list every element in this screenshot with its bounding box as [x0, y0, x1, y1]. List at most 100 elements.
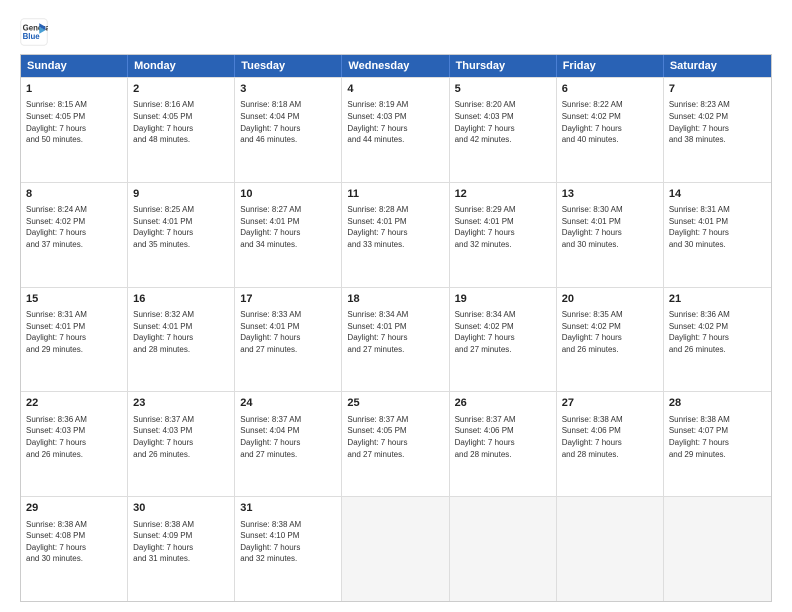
day-number: 17 [240, 292, 336, 307]
cell-details: Sunrise: 8:19 AMSunset: 4:03 PMDaylight:… [347, 99, 443, 145]
day-cell-31: 31Sunrise: 8:38 AMSunset: 4:10 PMDayligh… [235, 497, 342, 601]
day-number: 25 [347, 396, 443, 411]
day-cell-26: 26 Sunrise: 8:37 AMSunset: 4:06 PMDayligh… [450, 392, 557, 496]
day-cell-5: 5 Sunrise: 8:20 AMSunset: 4:03 PMDaylight… [450, 78, 557, 182]
col-header-thursday: Thursday [450, 55, 557, 77]
day-number: 12 [455, 187, 551, 202]
day-number: 10 [240, 187, 336, 202]
day-number: 5 [455, 82, 551, 97]
cell-details: Sunrise: 8:34 AMSunset: 4:02 PMDaylight:… [455, 309, 551, 355]
day-number: 21 [669, 292, 766, 307]
empty-cell [342, 497, 449, 601]
day-number: 24 [240, 396, 336, 411]
cell-details: Sunrise: 8:29 AMSunset: 4:01 PMDaylight:… [455, 204, 551, 250]
cell-details: Sunrise: 8:33 AMSunset: 4:01 PMDaylight:… [240, 309, 336, 355]
day-number: 26 [455, 396, 551, 411]
day-cell-10: 10 Sunrise: 8:27 AMSunset: 4:01 PMDayligh… [235, 183, 342, 287]
day-number: 18 [347, 292, 443, 307]
day-number: 11 [347, 187, 443, 202]
day-number: 3 [240, 82, 336, 97]
day-cell-29: 29Sunrise: 8:38 AMSunset: 4:08 PMDayligh… [21, 497, 128, 601]
cell-details: Sunrise: 8:22 AMSunset: 4:02 PMDaylight:… [562, 99, 658, 145]
day-cell-16: 16Sunrise: 8:32 AMSunset: 4:01 PMDayligh… [128, 288, 235, 392]
day-number: 9 [133, 187, 229, 202]
page: General Blue SundayMondayTuesdayWednesda… [0, 0, 792, 612]
cell-details: Sunrise: 8:38 AMSunset: 4:07 PMDaylight:… [669, 414, 766, 460]
day-cell-28: 28 Sunrise: 8:38 AMSunset: 4:07 PMDayligh… [664, 392, 771, 496]
empty-cell [557, 497, 664, 601]
day-cell-12: 12 Sunrise: 8:29 AMSunset: 4:01 PMDayligh… [450, 183, 557, 287]
cell-details: Sunrise: 8:15 AMSunset: 4:05 PMDaylight:… [26, 99, 122, 145]
col-header-tuesday: Tuesday [235, 55, 342, 77]
day-number: 27 [562, 396, 658, 411]
day-cell-19: 19 Sunrise: 8:34 AMSunset: 4:02 PMDayligh… [450, 288, 557, 392]
day-cell-27: 27Sunrise: 8:38 AMSunset: 4:06 PMDayligh… [557, 392, 664, 496]
empty-cell [450, 497, 557, 601]
cell-details: Sunrise: 8:38 AMSunset: 4:10 PMDaylight:… [240, 519, 336, 565]
cell-details: Sunrise: 8:38 AMSunset: 4:08 PMDaylight:… [26, 519, 122, 565]
day-cell-3: 3 Sunrise: 8:18 AMSunset: 4:04 PMDaylight… [235, 78, 342, 182]
cell-details: Sunrise: 8:37 AMSunset: 4:06 PMDaylight:… [455, 414, 551, 460]
day-cell-9: 9 Sunrise: 8:25 AMSunset: 4:01 PMDaylight… [128, 183, 235, 287]
col-header-monday: Monday [128, 55, 235, 77]
day-cell-15: 15 Sunrise: 8:31 AMSunset: 4:01 PMDayligh… [21, 288, 128, 392]
day-number: 20 [562, 292, 658, 307]
day-number: 4 [347, 82, 443, 97]
cell-details: Sunrise: 8:37 AMSunset: 4:05 PMDaylight:… [347, 414, 443, 460]
day-cell-23: 23 Sunrise: 8:37 AMSunset: 4:03 PMDayligh… [128, 392, 235, 496]
week-row-1: 1 Sunrise: 8:15 AMSunset: 4:05 PMDaylight… [21, 77, 771, 182]
day-number: 13 [562, 187, 658, 202]
day-number: 30 [133, 501, 229, 516]
cell-details: Sunrise: 8:31 AMSunset: 4:01 PMDaylight:… [26, 309, 122, 355]
day-number: 19 [455, 292, 551, 307]
cell-details: Sunrise: 8:18 AMSunset: 4:04 PMDaylight:… [240, 99, 336, 145]
day-number: 2 [133, 82, 229, 97]
day-cell-6: 6Sunrise: 8:22 AMSunset: 4:02 PMDaylight… [557, 78, 664, 182]
day-number: 1 [26, 82, 122, 97]
day-number: 14 [669, 187, 766, 202]
week-row-3: 15 Sunrise: 8:31 AMSunset: 4:01 PMDayligh… [21, 287, 771, 392]
cell-details: Sunrise: 8:35 AMSunset: 4:02 PMDaylight:… [562, 309, 658, 355]
day-cell-20: 20 Sunrise: 8:35 AMSunset: 4:02 PMDayligh… [557, 288, 664, 392]
day-cell-11: 11 Sunrise: 8:28 AMSunset: 4:01 PMDayligh… [342, 183, 449, 287]
day-cell-17: 17 Sunrise: 8:33 AMSunset: 4:01 PMDayligh… [235, 288, 342, 392]
calendar-header: SundayMondayTuesdayWednesdayThursdayFrid… [21, 55, 771, 77]
header: General Blue [20, 18, 772, 46]
day-cell-25: 25 Sunrise: 8:37 AMSunset: 4:05 PMDayligh… [342, 392, 449, 496]
day-number: 15 [26, 292, 122, 307]
cell-details: Sunrise: 8:36 AMSunset: 4:02 PMDaylight:… [669, 309, 766, 355]
day-cell-21: 21 Sunrise: 8:36 AMSunset: 4:02 PMDayligh… [664, 288, 771, 392]
day-cell-14: 14 Sunrise: 8:31 AMSunset: 4:01 PMDayligh… [664, 183, 771, 287]
day-cell-8: 8 Sunrise: 8:24 AMSunset: 4:02 PMDaylight… [21, 183, 128, 287]
cell-details: Sunrise: 8:16 AMSunset: 4:05 PMDaylight:… [133, 99, 229, 145]
svg-text:Blue: Blue [23, 32, 41, 41]
day-number: 22 [26, 396, 122, 411]
cell-details: Sunrise: 8:24 AMSunset: 4:02 PMDaylight:… [26, 204, 122, 250]
calendar-body: 1 Sunrise: 8:15 AMSunset: 4:05 PMDaylight… [21, 77, 771, 601]
cell-details: Sunrise: 8:36 AMSunset: 4:03 PMDaylight:… [26, 414, 122, 460]
day-cell-22: 22 Sunrise: 8:36 AMSunset: 4:03 PMDayligh… [21, 392, 128, 496]
cell-details: Sunrise: 8:34 AMSunset: 4:01 PMDaylight:… [347, 309, 443, 355]
logo-icon: General Blue [20, 18, 48, 46]
cell-details: Sunrise: 8:38 AMSunset: 4:09 PMDaylight:… [133, 519, 229, 565]
day-number: 23 [133, 396, 229, 411]
week-row-5: 29Sunrise: 8:38 AMSunset: 4:08 PMDayligh… [21, 496, 771, 601]
day-cell-2: 2 Sunrise: 8:16 AMSunset: 4:05 PMDaylight… [128, 78, 235, 182]
day-cell-4: 4 Sunrise: 8:19 AMSunset: 4:03 PMDaylight… [342, 78, 449, 182]
cell-details: Sunrise: 8:37 AMSunset: 4:03 PMDaylight:… [133, 414, 229, 460]
cell-details: Sunrise: 8:28 AMSunset: 4:01 PMDaylight:… [347, 204, 443, 250]
cell-details: Sunrise: 8:27 AMSunset: 4:01 PMDaylight:… [240, 204, 336, 250]
day-number: 28 [669, 396, 766, 411]
day-cell-18: 18 Sunrise: 8:34 AMSunset: 4:01 PMDayligh… [342, 288, 449, 392]
calendar: SundayMondayTuesdayWednesdayThursdayFrid… [20, 54, 772, 602]
logo: General Blue [20, 18, 52, 46]
cell-details: Sunrise: 8:25 AMSunset: 4:01 PMDaylight:… [133, 204, 229, 250]
cell-details: Sunrise: 8:20 AMSunset: 4:03 PMDaylight:… [455, 99, 551, 145]
col-header-saturday: Saturday [664, 55, 771, 77]
day-number: 8 [26, 187, 122, 202]
col-header-sunday: Sunday [21, 55, 128, 77]
cell-details: Sunrise: 8:30 AMSunset: 4:01 PMDaylight:… [562, 204, 658, 250]
cell-details: Sunrise: 8:31 AMSunset: 4:01 PMDaylight:… [669, 204, 766, 250]
week-row-4: 22 Sunrise: 8:36 AMSunset: 4:03 PMDayligh… [21, 391, 771, 496]
day-number: 16 [133, 292, 229, 307]
